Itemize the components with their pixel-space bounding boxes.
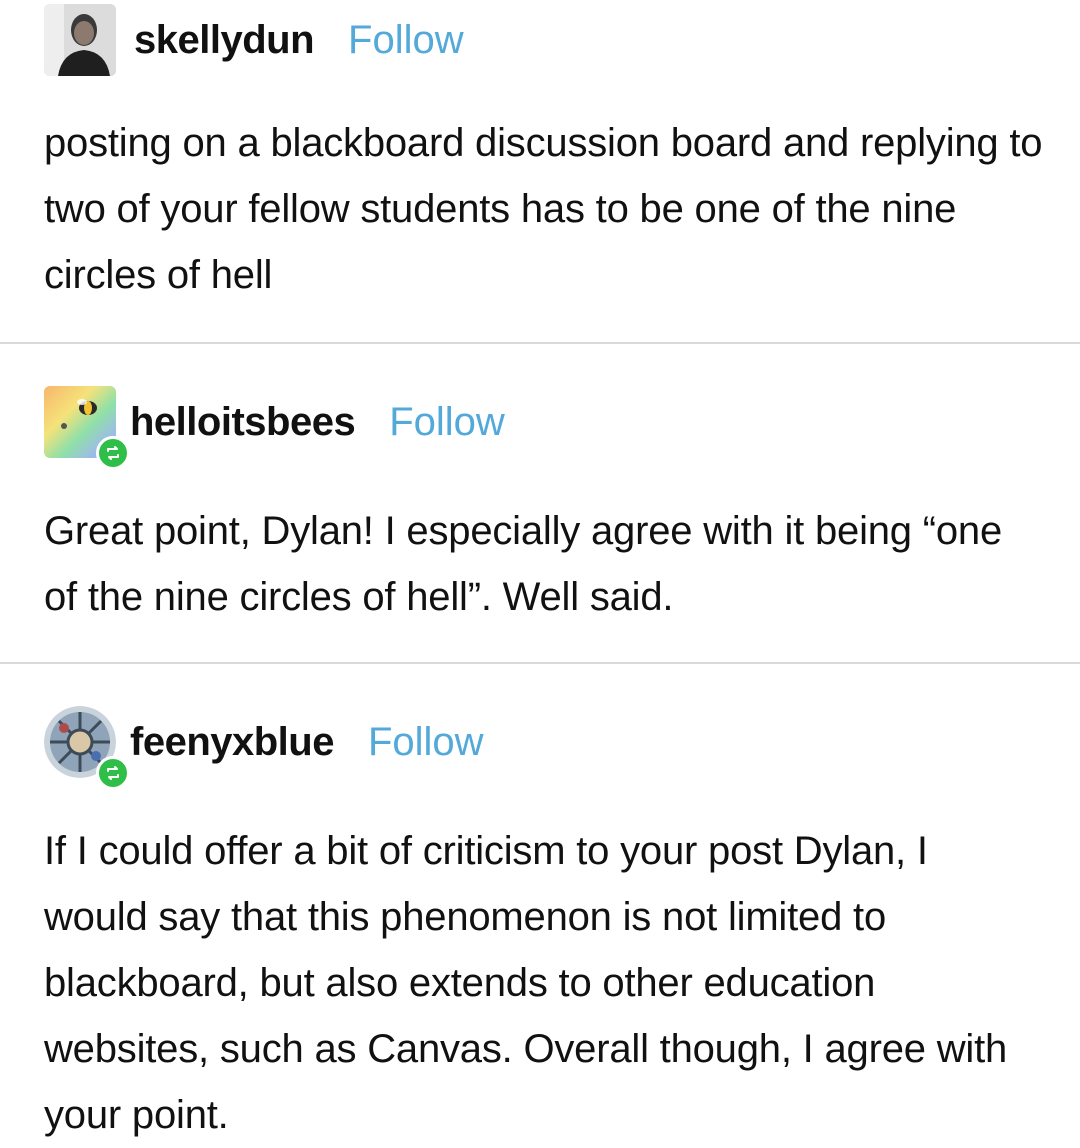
post-skellydun: skellydun Follow posting on a blackboard…: [0, 0, 1080, 342]
username[interactable]: skellydun: [134, 18, 315, 63]
username[interactable]: helloitsbees: [130, 400, 356, 445]
post-body: Great point, Dylan! I especially agree w…: [44, 509, 1003, 619]
post-header: feenyxblue Follow: [44, 706, 484, 790]
post-body: posting on a blackboard discussion board…: [44, 121, 1043, 297]
avatar[interactable]: [44, 706, 130, 790]
post-header: skellydun Follow: [44, 4, 464, 76]
post-feenyxblue: feenyxblue Follow If I could offer a bit…: [0, 664, 1080, 1143]
follow-button[interactable]: Follow: [348, 18, 464, 63]
avatar[interactable]: [44, 386, 130, 470]
post-header: helloitsbees Follow: [44, 386, 505, 470]
post-helloitsbees: helloitsbees Follow Great point, Dylan! …: [0, 344, 1080, 662]
follow-button[interactable]: Follow: [389, 400, 505, 445]
avatar[interactable]: [44, 4, 116, 76]
person-photo-avatar-icon: [44, 4, 116, 76]
follow-button[interactable]: Follow: [368, 720, 484, 765]
reblog-icon: [96, 436, 130, 470]
reblog-icon: [96, 756, 130, 790]
username[interactable]: feenyxblue: [130, 720, 334, 765]
post-body: If I could offer a bit of criticism to y…: [44, 829, 1008, 1137]
